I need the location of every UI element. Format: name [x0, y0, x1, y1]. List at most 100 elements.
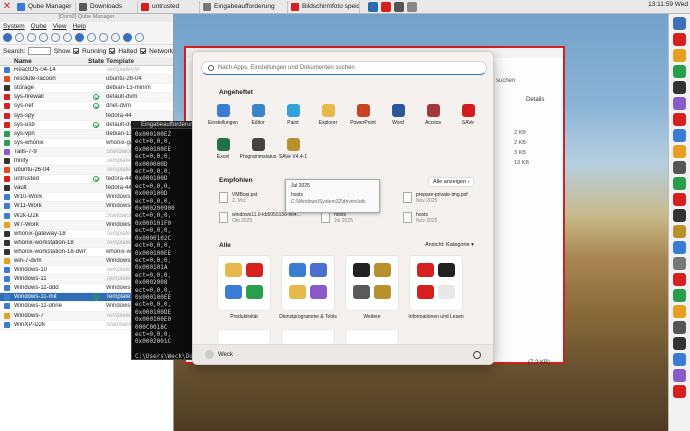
category-tile[interactable]: [281, 329, 335, 345]
power-icon[interactable]: [473, 350, 481, 359]
pinned-app[interactable]: SAVe V4.4-1: [273, 138, 313, 160]
pinned-app[interactable]: Paint: [273, 104, 313, 126]
pinned-app[interactable]: Access: [413, 104, 453, 126]
taskbar-task[interactable]: Eingabeaufforderung: [200, 0, 288, 13]
category-tile[interactable]: [345, 255, 399, 311]
taskbar-task[interactable]: untrusted: [138, 0, 200, 13]
dock-app-icon[interactable]: [673, 353, 686, 366]
taskbar-task[interactable]: Qube Manager: [14, 0, 76, 13]
remove-qube-icon[interactable]: [15, 33, 24, 42]
table-row[interactable]: sys-firewall default-dvm: [0, 93, 173, 103]
pause-qube-icon[interactable]: [51, 33, 60, 42]
col-template[interactable]: Template: [106, 58, 166, 65]
qm-menu-item[interactable]: System: [3, 23, 25, 30]
restore-icon[interactable]: [99, 33, 108, 42]
recommended-item[interactable]: windows11.0-kb5050156-x64... Okt 2025: [219, 212, 309, 224]
category-tile[interactable]: [409, 255, 463, 311]
filter-checkbox[interactable]: [140, 48, 147, 54]
dock-app-icon[interactable]: [673, 113, 686, 126]
dock-app-icon[interactable]: [673, 129, 686, 142]
clone-qube-icon[interactable]: [27, 33, 36, 42]
gear-icon[interactable]: [368, 1, 378, 12]
qm-menu-item[interactable]: View: [53, 23, 67, 30]
view-dropdown[interactable]: Ansicht: Kategorie ▾: [425, 242, 474, 248]
shutdown-qube-icon[interactable]: [63, 33, 72, 42]
dock-app-icon[interactable]: [673, 385, 686, 398]
pinned-app[interactable]: Word: [378, 104, 418, 126]
pinned-app[interactable]: Programmstatus: [238, 138, 278, 160]
qube-icon[interactable]: [381, 1, 391, 12]
category-tile[interactable]: [281, 255, 335, 311]
dock-app-icon[interactable]: [673, 161, 686, 174]
dock-app-icon[interactable]: [673, 305, 686, 318]
dock-app-icon[interactable]: [673, 337, 686, 350]
category-label: Produktivität: [230, 314, 258, 320]
qube-icon: [0, 176, 14, 183]
user-button[interactable]: Weck: [205, 350, 233, 359]
search-input[interactable]: [28, 47, 51, 55]
start-search-input[interactable]: Nach Apps, Einstellungen und Dokumenten …: [201, 61, 487, 75]
table-row[interactable]: sys-net dnet-dvm: [0, 102, 173, 112]
clock[interactable]: 13:11:59 Wed: [636, 1, 688, 8]
update-icon[interactable]: [123, 33, 132, 42]
pinned-app[interactable]: PowerPoint: [343, 104, 383, 126]
show-all-button[interactable]: Alle anzeigen ›: [428, 177, 475, 187]
network-icon[interactable]: [394, 1, 404, 12]
explorer-search[interactable]: suchen: [496, 78, 515, 84]
dock-app-icon[interactable]: [673, 209, 686, 222]
filter-checkbox[interactable]: [109, 48, 116, 54]
dock-app-icon[interactable]: [673, 193, 686, 206]
dock-app-icon[interactable]: [673, 241, 686, 254]
pinned-app[interactable]: Explorer: [308, 104, 348, 126]
terminal-line: 0x000100EE: [135, 293, 172, 301]
taskbar-task[interactable]: Bildschirmfoto speichern...: [288, 0, 360, 13]
col-name[interactable]: Name: [14, 58, 86, 65]
category-tile[interactable]: [217, 255, 271, 311]
logs-icon[interactable]: [135, 33, 144, 42]
dock-app-icon[interactable]: [673, 273, 686, 286]
dock-app-icon[interactable]: [673, 177, 686, 190]
table-row[interactable]: sys-spy fedora-44: [0, 111, 173, 121]
pinned-app[interactable]: Editor: [238, 104, 278, 126]
dock-app-icon[interactable]: [673, 17, 686, 30]
table-row[interactable]: resolute-racoon ubuntu-26-04: [0, 75, 173, 85]
terminal-line: ect=0,0,0,: [135, 138, 172, 146]
pinned-app[interactable]: SAVe: [448, 104, 488, 126]
dock-app-icon[interactable]: [673, 321, 686, 334]
table-row[interactable]: ReactOS-04-14 TemplateVM: [0, 66, 173, 76]
details-button[interactable]: Details: [526, 97, 544, 103]
terminal-window[interactable]: 0x000100EZ ect=0,0,0, 0x000100EE ect=0,0,0,…: [131, 128, 201, 360]
table-row[interactable]: storage debian-13-minim: [0, 84, 173, 94]
pinned-app[interactable]: Excel: [203, 138, 243, 160]
app-icon: [321, 104, 335, 117]
settings-icon[interactable]: [75, 33, 84, 42]
dock-app-icon[interactable]: [673, 49, 686, 62]
filter-checkbox[interactable]: [73, 48, 80, 54]
dock-app-icon[interactable]: [673, 289, 686, 302]
backup-icon[interactable]: [87, 33, 96, 42]
create-qube-icon[interactable]: [3, 33, 12, 42]
category-tile[interactable]: [217, 329, 271, 345]
start-qube-icon[interactable]: [39, 33, 48, 42]
dock-app-icon[interactable]: [673, 257, 686, 270]
dock-app-icon[interactable]: [673, 65, 686, 78]
dock-app-icon[interactable]: [673, 369, 686, 382]
recommended-item[interactable]: hosts Jul 2025: [321, 212, 411, 224]
app-menu-icon[interactable]: ✕: [0, 1, 14, 13]
qm-menu-item[interactable]: Help: [73, 23, 86, 30]
category-tile[interactable]: [345, 329, 399, 345]
terminal-icon[interactable]: [111, 33, 120, 42]
dock-app-icon[interactable]: [673, 33, 686, 46]
app-label: Programmstatus: [239, 154, 277, 160]
dock-app-icon[interactable]: [673, 145, 686, 158]
col-state[interactable]: State: [86, 58, 106, 65]
dock-app-icon[interactable]: [673, 225, 686, 238]
taskbar-task[interactable]: Downloads: [76, 0, 138, 13]
dock-app-icon[interactable]: [673, 97, 686, 110]
pinned-app[interactable]: Einstellungen: [203, 104, 243, 126]
volume-icon[interactable]: [407, 1, 417, 12]
dock-app-icon[interactable]: [673, 81, 686, 94]
recommended-item[interactable]: prepare-private-img.pxf Nov 2025: [403, 192, 493, 204]
qm-menu-item[interactable]: Qube: [31, 23, 47, 30]
recommended-item[interactable]: hosts Nov 2025: [403, 212, 493, 224]
